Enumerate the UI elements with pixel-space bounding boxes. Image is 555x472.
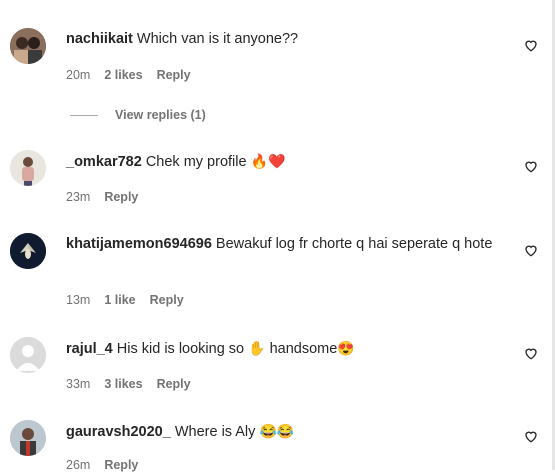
avatar[interactable] <box>10 150 46 186</box>
view-replies-divider <box>70 114 98 116</box>
reply-button[interactable]: Reply <box>150 293 184 307</box>
comment-emoji: ✋ <box>248 340 266 356</box>
comment-time: 23m <box>66 190 91 204</box>
comment-meta: 20m 2 likes Reply <box>66 68 191 82</box>
comment-text: Which van is it anyone?? <box>136 31 299 47</box>
avatar[interactable] <box>10 420 46 456</box>
comment-meta: 23m Reply <box>66 190 138 204</box>
comment-likes[interactable]: 2 likes <box>104 68 142 82</box>
comment-time: 20m <box>66 68 91 82</box>
heart-outline-icon[interactable] <box>523 37 539 53</box>
comment-time: 33m <box>66 377 91 391</box>
comment-body: khatijamemon694696 Bewakuf log fr chorte… <box>66 233 506 255</box>
heart-outline-icon[interactable] <box>523 242 539 258</box>
view-replies-label[interactable]: View replies (1) <box>115 108 206 122</box>
comment-body: gauravsh2020_ Where is Aly 😂😂 <box>66 420 506 443</box>
comment-body: _omkar782 Chek my profile 🔥❤️ <box>66 150 506 173</box>
comment-time: 13m <box>66 293 91 307</box>
heart-outline-icon[interactable] <box>523 158 539 174</box>
avatar[interactable] <box>10 233 46 269</box>
comment-username[interactable]: rajul_4 <box>66 341 113 357</box>
comment-username[interactable]: khatijamemon694696 <box>66 236 212 252</box>
reply-button[interactable]: Reply <box>157 377 191 391</box>
comment-text: handsome <box>269 341 338 357</box>
comment-likes[interactable]: 3 likes <box>104 377 142 391</box>
comment-text: Bewakuf log fr chorte q hai seperate q h… <box>215 236 493 252</box>
comment-body: nachiikait Which van is it anyone?? <box>66 28 506 50</box>
avatar[interactable] <box>10 337 46 373</box>
comment-text: His kid is looking so <box>116 341 245 357</box>
comment-meta: 33m 3 likes Reply <box>66 377 191 391</box>
comment-emoji: 😍 <box>337 340 355 356</box>
avatar[interactable] <box>10 28 46 64</box>
reply-button[interactable]: Reply <box>157 68 191 82</box>
comment-text: Chek my profile <box>145 154 247 170</box>
comment-username[interactable]: gauravsh2020_ <box>66 424 171 440</box>
comment-username[interactable]: nachiikait <box>66 31 133 47</box>
comment-emoji: 🔥❤️ <box>250 153 286 169</box>
reply-button[interactable]: Reply <box>104 190 138 204</box>
comment-body: rajul_4 His kid is looking so ✋ handsome… <box>66 337 506 360</box>
comment-emoji: 😂😂 <box>259 423 295 439</box>
comment-text: Where is Aly <box>174 424 256 440</box>
heart-outline-icon[interactable] <box>523 345 539 361</box>
comment-username[interactable]: _omkar782 <box>66 154 142 170</box>
view-replies-button[interactable]: View replies (1) <box>70 108 206 122</box>
heart-outline-icon[interactable] <box>523 428 539 444</box>
comment-likes[interactable]: 1 like <box>104 293 135 307</box>
comment-meta: 13m 1 like Reply <box>66 293 184 307</box>
